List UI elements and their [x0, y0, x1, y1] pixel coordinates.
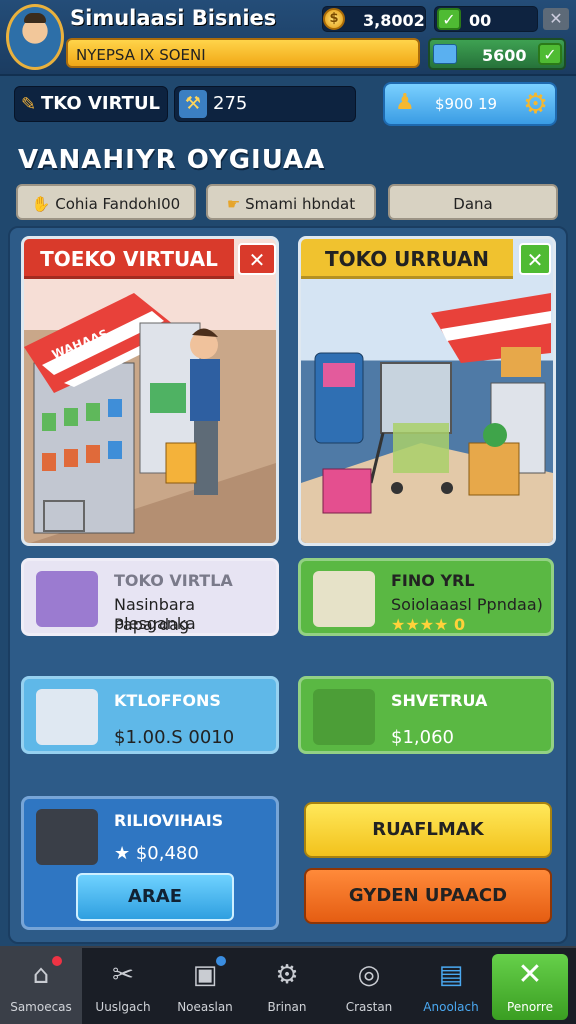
- pointer-icon: ☛: [226, 195, 241, 213]
- document-icon: ▤: [438, 960, 464, 990]
- gear-icon: ⚙: [275, 960, 299, 990]
- blender-icon: [313, 571, 375, 627]
- product-card[interactable]: FINO YRL Soiolaaasl Ppndaa) ★★★★ 0: [298, 558, 554, 636]
- game-subtitle-banner: NYEPSA IX SOENI: [66, 38, 420, 68]
- close-scene-icon[interactable]: ✕: [238, 243, 276, 275]
- check-value: 00: [469, 11, 492, 30]
- card-title: KTLOFFONS: [114, 691, 221, 710]
- cash-counter[interactable]: 5600 ✓: [428, 38, 566, 70]
- cash-value: 5600: [482, 46, 527, 65]
- nav-item-close[interactable]: ✕ Penorre: [492, 954, 568, 1020]
- nav-item-explore[interactable]: ◎ Crastan: [328, 948, 410, 1024]
- scene-banner-right: TOKO URRUAN: [301, 239, 513, 279]
- trash-bin-icon: [36, 809, 98, 865]
- close-icon[interactable]: ✕: [543, 8, 569, 30]
- yellow-action-button[interactable]: RUAFLMAK: [304, 802, 552, 858]
- wallet-icon: [433, 44, 457, 64]
- game-title: Simulaasi Bisnies: [70, 6, 277, 30]
- nav-item-monitor[interactable]: ▣ Noeaslan: [164, 948, 246, 1024]
- tab-third[interactable]: Dana: [388, 184, 558, 220]
- upgrade-button[interactable]: GYDEN UPAACD: [304, 868, 552, 924]
- tool-card[interactable]: SHVETRUA $1,060: [298, 676, 554, 754]
- scene-banner-left: TOEKO VIRTUAL: [24, 239, 234, 279]
- player-avatar[interactable]: [6, 4, 64, 70]
- market-illustration: [301, 293, 553, 543]
- notification-badge: [216, 956, 226, 966]
- card-value: ★ $0,480: [114, 843, 199, 864]
- notification-badge: [52, 956, 62, 966]
- hammer-icon: ⚒: [179, 90, 207, 118]
- nav-item-tools[interactable]: ✂ Uuslgach: [82, 948, 164, 1024]
- compass-icon: ◎: [357, 960, 381, 990]
- card-title: TOKO VIRTLA: [114, 571, 233, 590]
- package-icon: [36, 689, 98, 745]
- card-rating: ★★★★ 0: [391, 615, 466, 634]
- hand-icon: ✋: [31, 195, 51, 213]
- shop-name: TKO VIRTUL: [41, 93, 161, 114]
- close-icon: ✕: [517, 957, 543, 992]
- tools-icon: ✂: [112, 960, 134, 990]
- nav-item-settings[interactable]: ⚙ Brinan: [246, 948, 328, 1024]
- shop-price: $900 19: [435, 95, 498, 113]
- tab-first[interactable]: ✋ Cohia FandohI00: [16, 184, 196, 220]
- coin-value: 3,8002: [363, 11, 425, 30]
- coin-counter: $ 3,8002: [322, 6, 426, 32]
- store-card[interactable]: TOKO VIRTLA Nasinbara plesganka Papardag: [21, 558, 279, 636]
- nav-item-documents[interactable]: ▤ Anoolach: [410, 948, 492, 1024]
- card-title: FINO YRL: [391, 571, 475, 590]
- item-counter-pill: ⚒ 275: [174, 86, 356, 122]
- tab-second[interactable]: ☛ Smami hbndat: [206, 184, 376, 220]
- confirm-check-icon[interactable]: ✓: [538, 43, 562, 65]
- box-card[interactable]: KTLOFFONS $1.00.S 0010: [21, 676, 279, 754]
- store-scene-left[interactable]: TOEKO VIRTUAL ✕ WAHAAS: [21, 236, 279, 546]
- check-scene-icon[interactable]: ✕: [519, 243, 551, 275]
- machine-card: RILIOVIHAIS ★ $0,480 ARAE: [21, 796, 279, 930]
- nav-item-home[interactable]: ⌂ Samoecas: [0, 948, 82, 1024]
- check-icon: ✓: [437, 8, 461, 30]
- item-count: 275: [213, 93, 248, 114]
- coin-icon: $: [323, 8, 345, 30]
- store-illustration: WAHAAS: [24, 293, 276, 543]
- card-value: $1,060: [391, 727, 454, 748]
- section-heading: VANAHIYR OYGIUAA: [18, 145, 326, 175]
- gear-icon[interactable]: ⚙: [523, 88, 548, 120]
- pencil-icon: ✎: [21, 94, 37, 115]
- brush-icon: [313, 689, 375, 745]
- card-action-button[interactable]: ARAE: [76, 873, 234, 921]
- card-value: $1.00.S 0010: [114, 727, 235, 748]
- card-line: Soiolaaasl Ppndaa): [391, 595, 543, 614]
- card-title: RILIOVIHAIS: [114, 811, 224, 830]
- card-title: SHVETRUA: [391, 691, 488, 710]
- card-line: Papardag: [114, 615, 190, 634]
- bell-icon: ♟: [395, 90, 415, 115]
- check-counter: ✓ 00: [434, 6, 538, 32]
- shop-name-pill: ✎ TKO VIRTUL: [14, 86, 168, 122]
- store-scene-right[interactable]: TOKO URRUAN ✕: [298, 236, 556, 546]
- bottom-nav: ⌂ Samoecas ✂ Uuslgach ▣ Noeaslan ⚙ Brinan ◎ C…: [0, 946, 576, 1024]
- store-shelf-icon: [36, 571, 98, 627]
- shop-price-button[interactable]: ♟ $900 19 ⚙: [383, 82, 557, 126]
